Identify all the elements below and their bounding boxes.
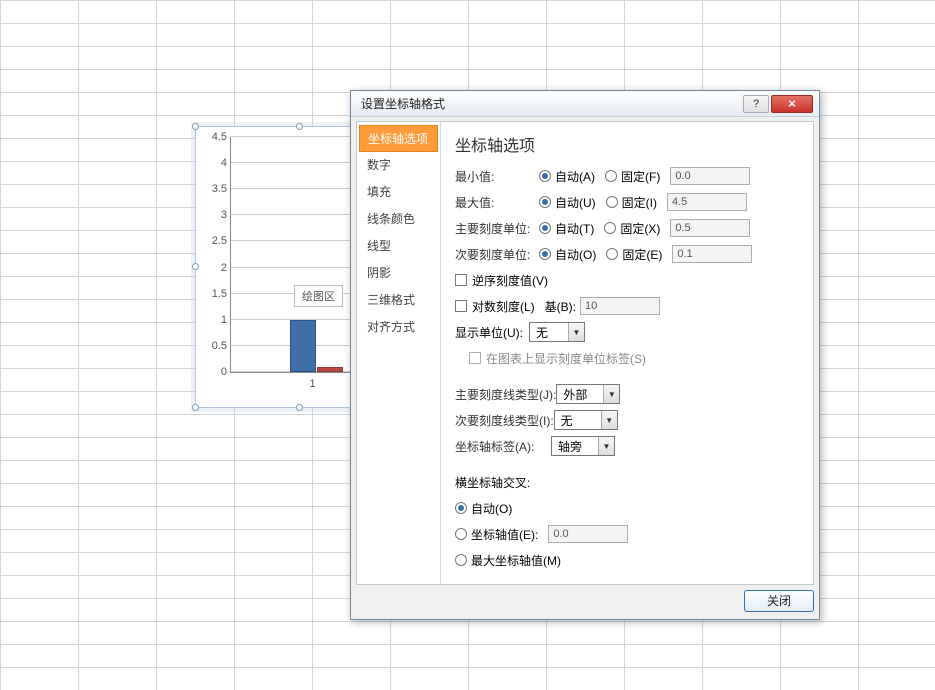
y-tick: 3.5 (212, 183, 231, 195)
max-label: 最大值: (455, 194, 539, 211)
radio-text: 自动(T) (555, 220, 594, 237)
format-axis-dialog: 设置坐标轴格式 ? × 坐标轴选项 数字 填充 线条颜色 线型 阴影 三维格式 … (350, 90, 820, 620)
reverse-checkbox[interactable] (455, 274, 467, 286)
radio-text: 坐标轴值(E): (471, 526, 538, 543)
nav-shadow[interactable]: 阴影 (357, 259, 440, 286)
close-icon[interactable]: × (771, 95, 813, 113)
cross-value-radio[interactable]: 坐标轴值(E): (455, 526, 538, 543)
min-value-input[interactable] (670, 167, 750, 185)
major-tick-type-label: 主要刻度线类型(J): (455, 386, 556, 403)
radio-text: 自动(O) (471, 500, 512, 517)
major-unit-label: 主要刻度单位: (455, 220, 539, 237)
minor-tick-type-label: 次要刻度线类型(I): (455, 412, 554, 429)
max-fixed-radio[interactable]: 固定(I) (606, 194, 657, 211)
y-tick: 1 (221, 314, 231, 326)
y-tick: 4 (221, 157, 231, 169)
resize-handle[interactable] (192, 123, 199, 130)
dialog-content: 坐标轴选项 最小值: 自动(A) 固定(F) 最大值: 自动(U) 固定(I) … (441, 122, 813, 584)
minor-unit-input[interactable] (672, 245, 752, 263)
bar-series-2[interactable] (317, 367, 343, 372)
cross-auto-radio[interactable]: 自动(O) (455, 500, 512, 517)
reverse-label: 逆序刻度值(V) (472, 272, 548, 289)
nav-line-color[interactable]: 线条颜色 (357, 205, 440, 232)
display-units-label: 显示单位(U): (455, 324, 523, 341)
y-tick: 2.5 (212, 235, 231, 247)
y-tick: 0 (221, 366, 231, 378)
min-auto-radio[interactable]: 自动(A) (539, 168, 595, 185)
select-text: 轴旁 (558, 438, 598, 455)
select-text: 无 (536, 324, 568, 341)
chevron-down-icon: ▼ (603, 385, 619, 403)
radio-text: 固定(F) (621, 168, 660, 185)
close-button[interactable]: 关闭 (744, 590, 814, 612)
nav-line-style[interactable]: 线型 (357, 232, 440, 259)
y-tick: 2 (221, 262, 231, 274)
chevron-down-icon: ▼ (601, 411, 617, 429)
nav-3d-format[interactable]: 三维格式 (357, 286, 440, 313)
minor-tick-type-select[interactable]: 无 ▼ (554, 410, 618, 430)
y-tick: 4.5 (212, 131, 231, 143)
chevron-down-icon: ▼ (598, 437, 614, 455)
show-units-checkbox (469, 352, 481, 364)
resize-handle[interactable] (296, 404, 303, 411)
chevron-down-icon: ▼ (568, 323, 584, 341)
display-units-select[interactable]: 无 ▼ (529, 322, 585, 342)
minor-unit-label: 次要刻度单位: (455, 246, 539, 263)
max-auto-radio[interactable]: 自动(U) (539, 194, 596, 211)
select-text: 无 (561, 412, 601, 429)
base-input[interactable] (580, 297, 660, 315)
major-auto-radio[interactable]: 自动(T) (539, 220, 594, 237)
base-label: 基(B): (545, 298, 576, 315)
axis-labels-select[interactable]: 轴旁 ▼ (551, 436, 615, 456)
dialog-titlebar[interactable]: 设置坐标轴格式 ? × (351, 91, 819, 117)
dialog-footer: 关闭 (356, 587, 814, 614)
major-fixed-radio[interactable]: 固定(X) (604, 220, 660, 237)
minor-auto-radio[interactable]: 自动(O) (539, 246, 596, 263)
resize-handle[interactable] (192, 404, 199, 411)
y-tick: 0.5 (212, 340, 231, 352)
plot-area-tooltip: 绘图区 (294, 285, 343, 307)
radio-text: 自动(A) (555, 168, 595, 185)
radio-text: 固定(I) (622, 194, 657, 211)
radio-text: 自动(U) (555, 194, 596, 211)
nav-alignment[interactable]: 对齐方式 (357, 313, 440, 340)
bar-series-1[interactable] (290, 320, 316, 372)
radio-text: 固定(E) (622, 246, 662, 263)
radio-text: 最大坐标轴值(M) (471, 552, 561, 569)
min-fixed-radio[interactable]: 固定(F) (605, 168, 660, 185)
nav-number[interactable]: 数字 (357, 151, 440, 178)
radio-text: 固定(X) (620, 220, 660, 237)
cross-heading: 横坐标轴交叉: (455, 474, 530, 491)
dialog-nav: 坐标轴选项 数字 填充 线条颜色 线型 阴影 三维格式 对齐方式 (357, 122, 441, 584)
select-text: 外部 (563, 386, 603, 403)
cross-value-input[interactable] (548, 525, 628, 543)
min-label: 最小值: (455, 168, 539, 185)
log-label: 对数刻度(L) (472, 298, 535, 315)
major-unit-input[interactable] (670, 219, 750, 237)
nav-axis-options[interactable]: 坐标轴选项 (359, 125, 438, 152)
help-button[interactable]: ? (743, 95, 769, 113)
nav-fill[interactable]: 填充 (357, 178, 440, 205)
y-tick: 1.5 (212, 288, 231, 300)
dialog-title: 设置坐标轴格式 (361, 95, 741, 112)
major-tick-type-select[interactable]: 外部 ▼ (556, 384, 620, 404)
log-checkbox[interactable] (455, 300, 467, 312)
max-value-input[interactable] (667, 193, 747, 211)
radio-text: 自动(O) (555, 246, 596, 263)
content-heading: 坐标轴选项 (455, 132, 799, 156)
dialog-body: 坐标轴选项 数字 填充 线条颜色 线型 阴影 三维格式 对齐方式 坐标轴选项 最… (356, 121, 814, 585)
show-units-label: 在图表上显示刻度单位标签(S) (486, 350, 646, 367)
minor-fixed-radio[interactable]: 固定(E) (606, 246, 662, 263)
axis-labels-label: 坐标轴标签(A): (455, 438, 551, 455)
cross-max-radio[interactable]: 最大坐标轴值(M) (455, 552, 561, 569)
resize-handle[interactable] (192, 263, 199, 270)
resize-handle[interactable] (296, 123, 303, 130)
x-tick: 1 (309, 372, 315, 390)
y-tick: 3 (221, 209, 231, 221)
